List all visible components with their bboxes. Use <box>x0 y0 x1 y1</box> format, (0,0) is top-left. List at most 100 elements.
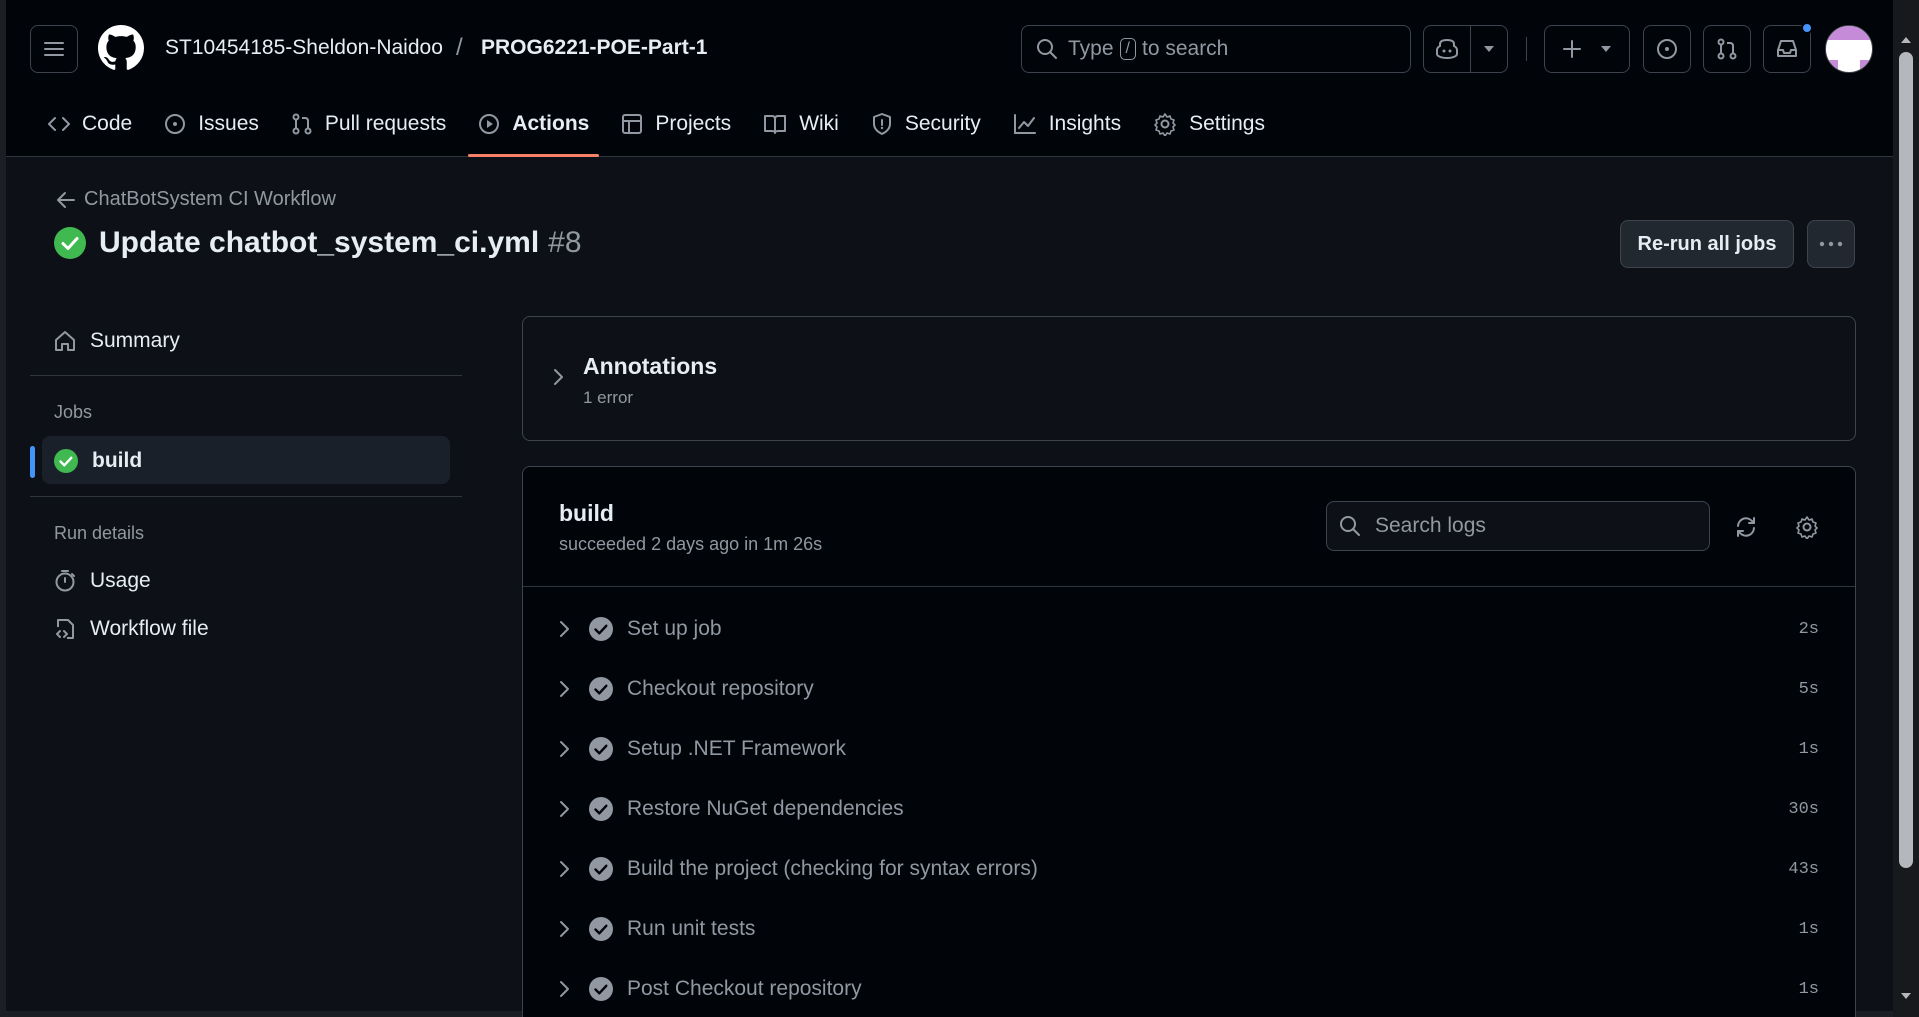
check-circle-fill-icon <box>589 617 613 641</box>
stopwatch-icon <box>55 570 75 592</box>
github-logo-icon[interactable] <box>98 25 144 71</box>
step-name: Build the project (checking for syntax e… <box>627 857 1038 880</box>
tab-security[interactable]: Security <box>861 100 991 148</box>
kebab-horizontal-icon <box>1819 241 1843 247</box>
copilot-icon <box>1436 38 1458 60</box>
sidebar-divider <box>30 375 462 376</box>
search-prefix: Type <box>1068 37 1114 60</box>
pull-requests-button[interactable] <box>1703 25 1751 73</box>
issues-button[interactable] <box>1643 25 1691 73</box>
log-step-row[interactable]: Restore NuGet dependencies 30s <box>559 779 1819 839</box>
sidebar-job-build-label[interactable]: build <box>54 449 142 473</box>
more-options-button[interactable] <box>1807 220 1855 268</box>
page-scrollbar[interactable] <box>1893 0 1919 1017</box>
chevron-right-icon <box>559 920 589 938</box>
tab-pull-requests[interactable]: Pull requests <box>281 100 456 148</box>
annotations-panel[interactable]: Annotations 1 error <box>522 316 1856 441</box>
home-icon <box>55 331 75 351</box>
step-duration: 2s <box>1798 619 1819 639</box>
tab-code[interactable]: Code <box>38 100 142 148</box>
search-logs-placeholder: Search logs <box>1375 514 1486 537</box>
shield-icon <box>872 113 891 135</box>
search-logs-input[interactable]: Search logs <box>1326 501 1710 551</box>
tab-insights[interactable]: Insights <box>1003 100 1131 148</box>
global-header: ST10454185-Sheldon-Naidoo / PROG6221-POE… <box>6 0 1893 157</box>
chevron-right-icon <box>559 800 589 818</box>
log-step-row[interactable]: Set up job 2s <box>559 599 1819 659</box>
step-name: Restore NuGet dependencies <box>627 797 904 820</box>
code-icon <box>48 117 70 131</box>
global-search-input[interactable]: Type / to search <box>1021 25 1411 73</box>
tab-label: Projects <box>655 112 732 135</box>
check-circle-fill-icon <box>589 917 613 941</box>
tab-label: Pull requests <box>324 112 447 135</box>
scrollbar-thumb[interactable] <box>1899 52 1913 868</box>
log-settings-button[interactable] <box>1789 509 1825 545</box>
run-number: #8 <box>548 226 582 259</box>
selected-indicator <box>30 446 35 478</box>
file-code-icon <box>56 619 74 639</box>
tab-settings[interactable]: Settings <box>1143 100 1275 148</box>
search-suffix: to search <box>1141 37 1229 60</box>
create-new-button[interactable] <box>1544 25 1630 73</box>
hamburger-icon <box>44 42 64 56</box>
breadcrumb-repo[interactable]: PROG6221-POE-Part-1 <box>481 36 707 60</box>
sidebar-run-details-heading: Run details <box>54 523 145 543</box>
avatar[interactable] <box>1825 25 1873 73</box>
sidebar-item-label: Usage <box>90 569 151 592</box>
check-circle-fill-icon <box>589 737 613 761</box>
tab-projects[interactable]: Projects <box>611 100 741 148</box>
annotations-count: 1 error <box>583 388 634 407</box>
refresh-button[interactable] <box>1728 509 1764 545</box>
triangle-down-icon <box>1484 46 1494 52</box>
log-step-row[interactable]: Post Checkout repository 1s <box>559 959 1819 1017</box>
check-circle-fill-icon <box>589 677 613 701</box>
sidebar-item-usage[interactable]: Usage <box>54 569 151 593</box>
tab-wiki[interactable]: Wiki <box>753 100 849 148</box>
gear-icon <box>1796 516 1818 539</box>
log-step-row[interactable]: Checkout repository 5s <box>559 659 1819 719</box>
triangle-down-icon <box>1601 46 1611 52</box>
tab-label: Code <box>82 112 133 135</box>
step-duration: 1s <box>1798 979 1819 999</box>
copilot-dropdown-button[interactable] <box>1470 25 1508 73</box>
step-duration: 5s <box>1798 679 1819 699</box>
check-circle-fill-icon <box>54 449 78 473</box>
annotations-title: Annotations <box>583 353 718 379</box>
tab-issues[interactable]: Issues <box>154 100 269 148</box>
step-duration: 30s <box>1788 799 1819 819</box>
tab-label: Security <box>904 112 981 135</box>
log-step-row[interactable]: Run unit tests 1s <box>559 899 1819 959</box>
tab-actions[interactable]: Actions <box>468 100 600 157</box>
step-duration: 1s <box>1798 739 1819 759</box>
issue-icon <box>165 114 186 134</box>
chevron-right-icon <box>559 860 589 878</box>
step-name: Set up job <box>627 617 722 640</box>
rerun-all-jobs-button[interactable]: Re-run all jobs <box>1620 220 1794 268</box>
step-duration: 43s <box>1788 859 1819 879</box>
plus-icon <box>1563 40 1581 58</box>
back-to-workflow-link[interactable]: ChatBotSystem CI Workflow <box>56 188 336 211</box>
scroll-down-arrow-icon[interactable] <box>1893 986 1919 1006</box>
tab-label: Actions <box>512 112 590 135</box>
workflow-name: ChatBotSystem CI Workflow <box>84 188 336 210</box>
log-step-row[interactable]: Build the project (checking for syntax e… <box>559 839 1819 899</box>
scroll-up-arrow-icon[interactable] <box>1893 30 1919 50</box>
chevron-right-icon <box>554 369 563 385</box>
sidebar-item-label: Summary <box>90 329 180 352</box>
notification-dot <box>1801 22 1813 34</box>
chevron-right-icon <box>559 980 589 998</box>
sync-icon <box>1737 517 1755 537</box>
step-name: Setup .NET Framework <box>627 737 847 760</box>
sidebar-item-summary[interactable]: Summary <box>54 329 180 353</box>
git-pull-request-icon <box>1717 38 1737 60</box>
log-step-row[interactable]: Setup .NET Framework 1s <box>559 719 1819 779</box>
breadcrumb-owner[interactable]: ST10454185-Sheldon-Naidoo <box>165 36 443 60</box>
sidebar-item-label: Workflow file <box>90 617 209 640</box>
step-name: Post Checkout repository <box>627 977 862 1000</box>
sidebar-item-workflow-file[interactable]: Workflow file <box>54 617 209 641</box>
menu-button[interactable] <box>30 25 78 73</box>
copilot-button[interactable] <box>1423 25 1471 73</box>
chevron-right-icon <box>559 680 589 698</box>
table-icon <box>622 114 643 134</box>
